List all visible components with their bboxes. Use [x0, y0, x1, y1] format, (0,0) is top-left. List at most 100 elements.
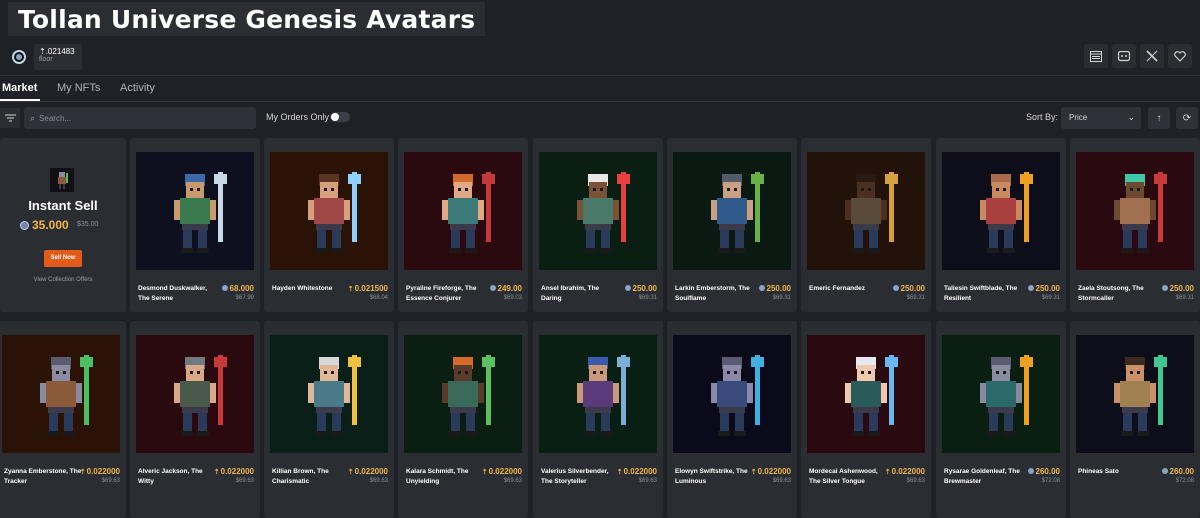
nft-price-value: 249.00 — [497, 284, 522, 293]
nft-image[interactable] — [942, 335, 1060, 453]
nft-price-usd: $69.31 — [1041, 295, 1060, 301]
sub-header — [0, 40, 1200, 76]
nft-card[interactable]: Rysarae Goldenleaf, The Brewmaster 260.00… — [936, 321, 1066, 518]
nft-image[interactable] — [2, 335, 120, 453]
coin-icon — [20, 221, 29, 230]
tab-market[interactable]: Market — [2, 82, 37, 94]
nft-image[interactable] — [136, 335, 254, 453]
eth-icon: ⇡ — [347, 469, 354, 476]
nft-card[interactable]: Zyanna Emberstone, The Tracker ⇡0.022000 $… — [0, 321, 126, 518]
nft-name: Killian Brown, The Charismatic — [272, 468, 329, 485]
nft-price-usd: $69.63 — [369, 478, 388, 484]
nft-name: Phineas Sato — [1078, 468, 1119, 475]
collection-logo-icon — [12, 50, 26, 64]
nft-card[interactable]: Emeric Fernandez 250.00 $69.31 — [801, 138, 931, 312]
nft-card[interactable]: Zaela Stoutsong, The Stormcaller 250.00 $6… — [1070, 138, 1200, 312]
sell-now-button[interactable]: Sell Now — [44, 250, 82, 267]
nft-image[interactable] — [807, 152, 925, 270]
nft-price-usd: $69.63 — [638, 478, 657, 484]
nft-name: Rysarae Goldenleaf, The Brewmaster — [944, 468, 1020, 485]
nft-name: Hayden Whitestone — [272, 285, 333, 292]
nft-image[interactable] — [270, 152, 388, 270]
nft-grid: Instant Sell 35.000 $35.00 Sell Now View… — [0, 138, 1200, 518]
nft-price: ⇡0.022000 — [885, 467, 925, 476]
nft-price-usd: $69.63 — [772, 478, 791, 484]
nft-image[interactable] — [539, 335, 657, 453]
nft-image[interactable] — [673, 152, 791, 270]
nft-price: 250.00 — [758, 284, 791, 293]
sort-direction-button[interactable]: ↑ — [1148, 107, 1170, 129]
tab-active-indicator — [0, 99, 40, 101]
nft-price-usd: $72.08 — [1175, 478, 1194, 484]
nft-price-value: 250.00 — [1169, 284, 1194, 293]
nft-card[interactable]: Kalara Schmidt, The Unyielding ⇡0.022000 $… — [398, 321, 528, 518]
chevron-down-icon: ⌄ — [1127, 112, 1135, 122]
nft-name: Larkin Emberstorm, The Soulflame — [675, 285, 750, 302]
nft-price: ⇡0.022000 — [348, 467, 388, 476]
nft-card[interactable]: Desmond Duskwalker, The Serene 68.000 $67.… — [130, 138, 260, 312]
eth-icon: ⇡ — [481, 469, 488, 476]
nft-card[interactable]: Phineas Sato 260.00 $72.08 — [1070, 321, 1200, 518]
nft-image[interactable] — [404, 335, 522, 453]
coin-icon — [758, 285, 765, 291]
instant-sell-card: Instant Sell 35.000 $35.00 Sell Now View… — [0, 138, 126, 312]
nft-image[interactable] — [1076, 152, 1194, 270]
nft-price: ⇡0.021500 — [348, 284, 388, 293]
nft-card[interactable]: Hayden Whitestone ⇡0.021500 $68.04 — [264, 138, 394, 312]
nft-card[interactable]: Killian Brown, The Charismatic ⇡0.022000 $… — [264, 321, 394, 518]
nft-name: Zyanna Emberstone, The Tracker — [4, 468, 82, 485]
refresh-button[interactable]: ⟳ — [1176, 107, 1198, 129]
nft-card[interactable]: Taliesin Swiftblade, The Resilient 250.00… — [936, 138, 1066, 312]
nft-image[interactable] — [404, 152, 522, 270]
nft-card[interactable]: Mordecai Ashenwood, The Silver Tongue ⇡0.… — [801, 321, 931, 518]
nft-price: 260.00 — [1161, 467, 1194, 476]
nft-image[interactable] — [539, 152, 657, 270]
my-orders-toggle[interactable] — [330, 112, 350, 122]
search-icon: ⌕ — [30, 112, 36, 123]
nft-image[interactable] — [673, 335, 791, 453]
nft-price-usd: $69.03 — [503, 295, 522, 301]
nft-image[interactable] — [270, 335, 388, 453]
nft-image[interactable] — [136, 152, 254, 270]
nft-image[interactable] — [807, 335, 925, 453]
tab-activity[interactable]: Activity — [120, 82, 155, 94]
instant-sell-price: 35.000 — [20, 218, 69, 232]
filter-button[interactable] — [0, 108, 20, 128]
nft-name: Mordecai Ashenwood, The Silver Tongue — [809, 468, 878, 485]
sort-select[interactable]: Price ⌄ — [1061, 107, 1141, 129]
view-collection-offers-link[interactable]: View Collection Offers — [0, 277, 126, 283]
nft-price: 250.00 — [1161, 284, 1194, 293]
nft-card[interactable]: Pyraline Fireforge, The Essence Conjurer… — [398, 138, 528, 312]
nft-price-usd: $69.31 — [772, 295, 791, 301]
instant-sell-thumbnail — [50, 168, 74, 192]
nft-price-value: 250.00 — [632, 284, 657, 293]
instant-sell-title: Instant Sell — [28, 198, 98, 213]
nft-name: Taliesin Swiftblade, The Resilient — [944, 285, 1018, 302]
nft-price: ⇡0.022000 — [214, 467, 254, 476]
x-icon[interactable] — [1140, 44, 1164, 68]
nft-price-value: 250.00 — [766, 284, 791, 293]
nft-image[interactable] — [942, 152, 1060, 270]
nft-price-value: 0.022000 — [488, 467, 522, 476]
nft-card[interactable]: Larkin Emberstorm, The Soulflame 250.00 $6… — [667, 138, 797, 312]
nft-name: Kalara Schmidt, The Unyielding — [406, 468, 469, 485]
nft-price: 250.00 — [892, 284, 925, 293]
tab-my-nfts[interactable]: My NFTs — [57, 82, 100, 94]
nft-name: Zaela Stoutsong, The Stormcaller — [1078, 285, 1144, 302]
nft-price-value: 0.022000 — [891, 467, 925, 476]
nft-card[interactable]: Ansel Ibrahim, The Daring 250.00 $69.31 — [533, 138, 663, 312]
nft-image[interactable] — [1076, 335, 1194, 453]
nft-price-value: 0.022000 — [86, 467, 120, 476]
search-input[interactable] — [39, 113, 240, 123]
website-icon[interactable] — [1084, 44, 1108, 68]
coin-icon — [892, 285, 899, 291]
tabs: Market My NFTs Activity — [0, 76, 1200, 102]
discord-icon[interactable] — [1112, 44, 1136, 68]
nft-card[interactable]: Valerius Silverbender, The Storyteller ⇡0… — [533, 321, 663, 518]
toolbar: ⌕ My Orders Only Sort By: Price ⌄ ↑ ⟳ — [0, 104, 1200, 132]
nft-card[interactable]: Alveric Jackson, The Witty ⇡0.022000 $69.6… — [130, 321, 260, 518]
heart-icon[interactable] — [1168, 44, 1192, 68]
sort-by-label: Sort By: — [1026, 112, 1059, 122]
nft-card[interactable]: Elowyn Swiftstrike, The Luminous ⇡0.02200… — [667, 321, 797, 518]
floor-price-label: floor — [39, 56, 53, 63]
